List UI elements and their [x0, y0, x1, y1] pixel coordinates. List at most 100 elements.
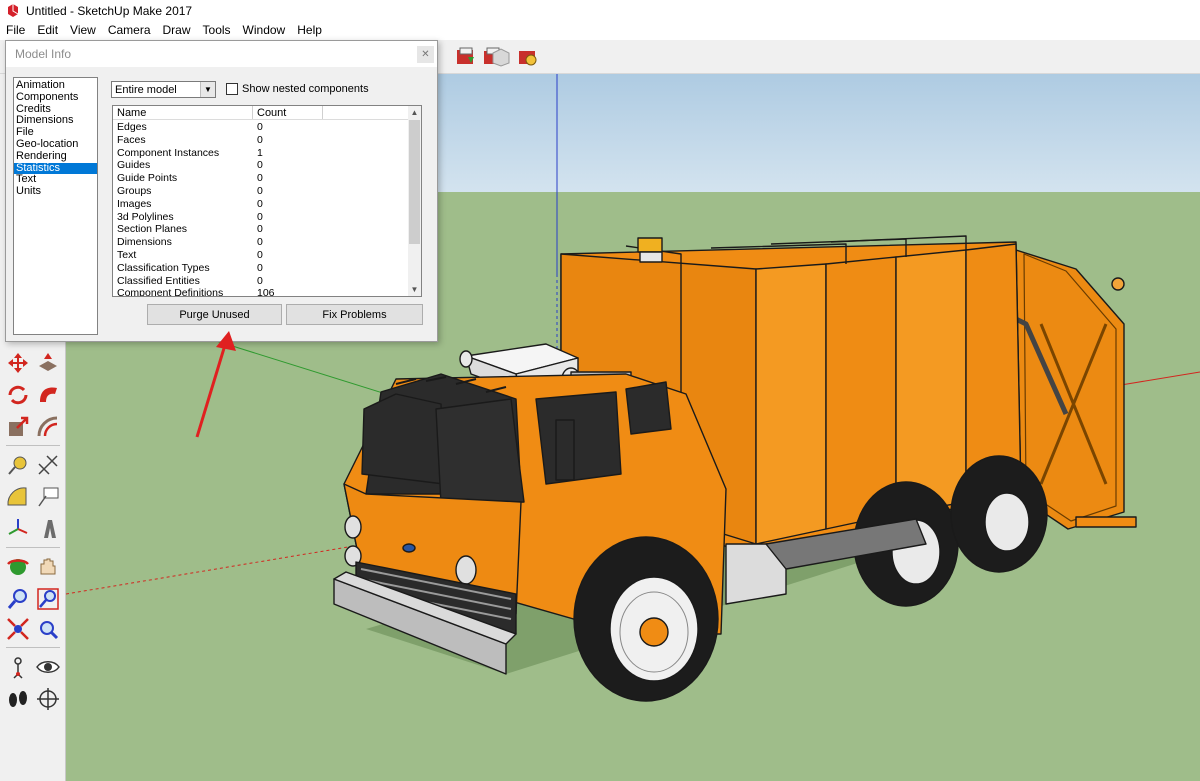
- orbit-icon[interactable]: [5, 554, 31, 580]
- dialog-title-bar[interactable]: Model Info ✕: [6, 41, 437, 67]
- statistics-table: Name Count Edges 0 Faces 0 Component Insta…: [112, 105, 422, 297]
- menu-help[interactable]: Help: [291, 22, 328, 40]
- row-name: Groups: [117, 184, 152, 197]
- extension-manager-icon[interactable]: [516, 45, 540, 69]
- chevron-down-icon[interactable]: ▼: [200, 82, 215, 97]
- follow-me-icon[interactable]: [35, 382, 61, 408]
- table-row: Groups 0: [113, 185, 410, 198]
- table-row: Edges 0: [113, 121, 410, 134]
- row-count: 0: [257, 248, 263, 261]
- column-header-count[interactable]: Count: [253, 106, 323, 119]
- table-row: Faces 0: [113, 134, 410, 147]
- menu-view[interactable]: View: [64, 22, 102, 40]
- row-count: 0: [257, 133, 263, 146]
- section-plane-icon[interactable]: [35, 686, 61, 712]
- column-header-name[interactable]: Name: [113, 106, 253, 119]
- scope-value: Entire model: [115, 83, 177, 96]
- toolbar-separator: [6, 445, 60, 446]
- nav-item-units[interactable]: Units: [14, 185, 97, 198]
- row-name: Dimensions: [117, 236, 172, 249]
- table-header: Name Count: [113, 106, 410, 120]
- scroll-down-icon[interactable]: ▼: [408, 283, 421, 296]
- row-count: 0: [257, 223, 263, 236]
- row-name: Text: [117, 248, 137, 261]
- previous-view-icon[interactable]: [35, 616, 61, 642]
- menu-draw[interactable]: Draw: [157, 22, 197, 40]
- pan-icon[interactable]: [35, 554, 61, 580]
- 3d-text-icon[interactable]: [35, 516, 61, 542]
- row-count: 0: [257, 184, 263, 197]
- nav-item-components[interactable]: Components: [14, 91, 97, 104]
- table-row: Guide Points 0: [113, 172, 410, 185]
- nav-item-rendering[interactable]: Rendering: [14, 150, 97, 163]
- tape-measure-icon[interactable]: [5, 452, 31, 478]
- row-name: Images: [117, 197, 152, 210]
- move-icon[interactable]: [5, 350, 31, 376]
- scrollbar-thumb[interactable]: [409, 120, 420, 244]
- row-name: 3d Polylines: [117, 210, 174, 223]
- table-row: Guides 0: [113, 159, 410, 172]
- row-name: Classification Types: [117, 261, 210, 274]
- show-nested-label: Show nested components: [242, 83, 369, 95]
- row-count: 0: [257, 197, 263, 210]
- dimension-icon[interactable]: [35, 452, 61, 478]
- walk-icon[interactable]: [5, 686, 31, 712]
- row-name: Component Definitions: [117, 287, 224, 297]
- get-models-icon[interactable]: [454, 45, 478, 69]
- toolbar-separator: [6, 547, 60, 548]
- protractor-icon[interactable]: [5, 484, 31, 510]
- row-name: Classified Entities: [117, 274, 200, 287]
- scroll-up-icon[interactable]: ▲: [408, 106, 421, 119]
- rotate-icon[interactable]: [5, 382, 31, 408]
- row-count: 0: [257, 274, 263, 287]
- text-icon[interactable]: [35, 484, 61, 510]
- position-camera-icon[interactable]: [5, 654, 31, 680]
- table-row: Section Planes 0: [113, 223, 410, 236]
- menu-tools[interactable]: Tools: [197, 22, 237, 40]
- table-row: Classification Types 0: [113, 262, 410, 275]
- menu-camera[interactable]: Camera: [102, 22, 157, 40]
- zoom-extents-icon[interactable]: [5, 616, 31, 642]
- row-name: Faces: [117, 133, 146, 146]
- scope-dropdown[interactable]: Entire model ▼: [111, 81, 216, 98]
- offset-icon[interactable]: [35, 414, 61, 440]
- menu-window[interactable]: Window: [237, 22, 292, 40]
- table-row: Classified Entities 0: [113, 275, 410, 288]
- row-count: 0: [257, 121, 263, 133]
- table-body: Edges 0 Faces 0 Component Instances 1 Guide…: [113, 121, 410, 297]
- row-count: 0: [257, 159, 263, 172]
- row-name: Guides: [117, 159, 151, 172]
- menu-edit[interactable]: Edit: [31, 22, 64, 40]
- table-scrollbar[interactable]: ▲ ▼: [408, 106, 421, 296]
- push-pull-icon[interactable]: [35, 350, 61, 376]
- axes-icon[interactable]: [5, 516, 31, 542]
- scale-icon[interactable]: [5, 414, 31, 440]
- row-name: Section Planes: [117, 223, 188, 236]
- sketchup-logo-icon: [8, 4, 19, 17]
- purge-unused-button[interactable]: Purge Unused: [147, 304, 282, 325]
- row-count: 106: [257, 287, 275, 297]
- nav-item-geo-location[interactable]: Geo-location: [14, 138, 97, 151]
- table-row: Images 0: [113, 198, 410, 211]
- show-nested-checkbox[interactable]: [226, 83, 238, 95]
- fix-problems-button[interactable]: Fix Problems: [286, 304, 423, 325]
- row-count: 0: [257, 261, 263, 274]
- zoom-icon[interactable]: [5, 586, 31, 612]
- extension-warehouse-icon[interactable]: [489, 45, 513, 69]
- table-row: Text 0: [113, 249, 410, 262]
- dialog-title: Model Info: [15, 47, 72, 61]
- row-count: 0: [257, 210, 263, 223]
- row-name: Edges: [117, 121, 147, 133]
- row-name: Guide Points: [117, 172, 178, 185]
- table-row: 3d Polylines 0: [113, 211, 410, 224]
- row-count: 0: [257, 236, 263, 249]
- close-icon[interactable]: ✕: [417, 45, 434, 63]
- table-row: Component Instances 1: [113, 147, 410, 160]
- menu-file[interactable]: File: [0, 22, 31, 40]
- zoom-window-icon[interactable]: [35, 586, 61, 612]
- row-count: 0: [257, 172, 263, 185]
- model-info-dialog: Model Info ✕ Animation Components Credit…: [5, 40, 438, 342]
- toolbar-separator: [6, 647, 60, 648]
- look-around-icon[interactable]: [35, 654, 61, 680]
- table-row: Dimensions 0: [113, 236, 410, 249]
